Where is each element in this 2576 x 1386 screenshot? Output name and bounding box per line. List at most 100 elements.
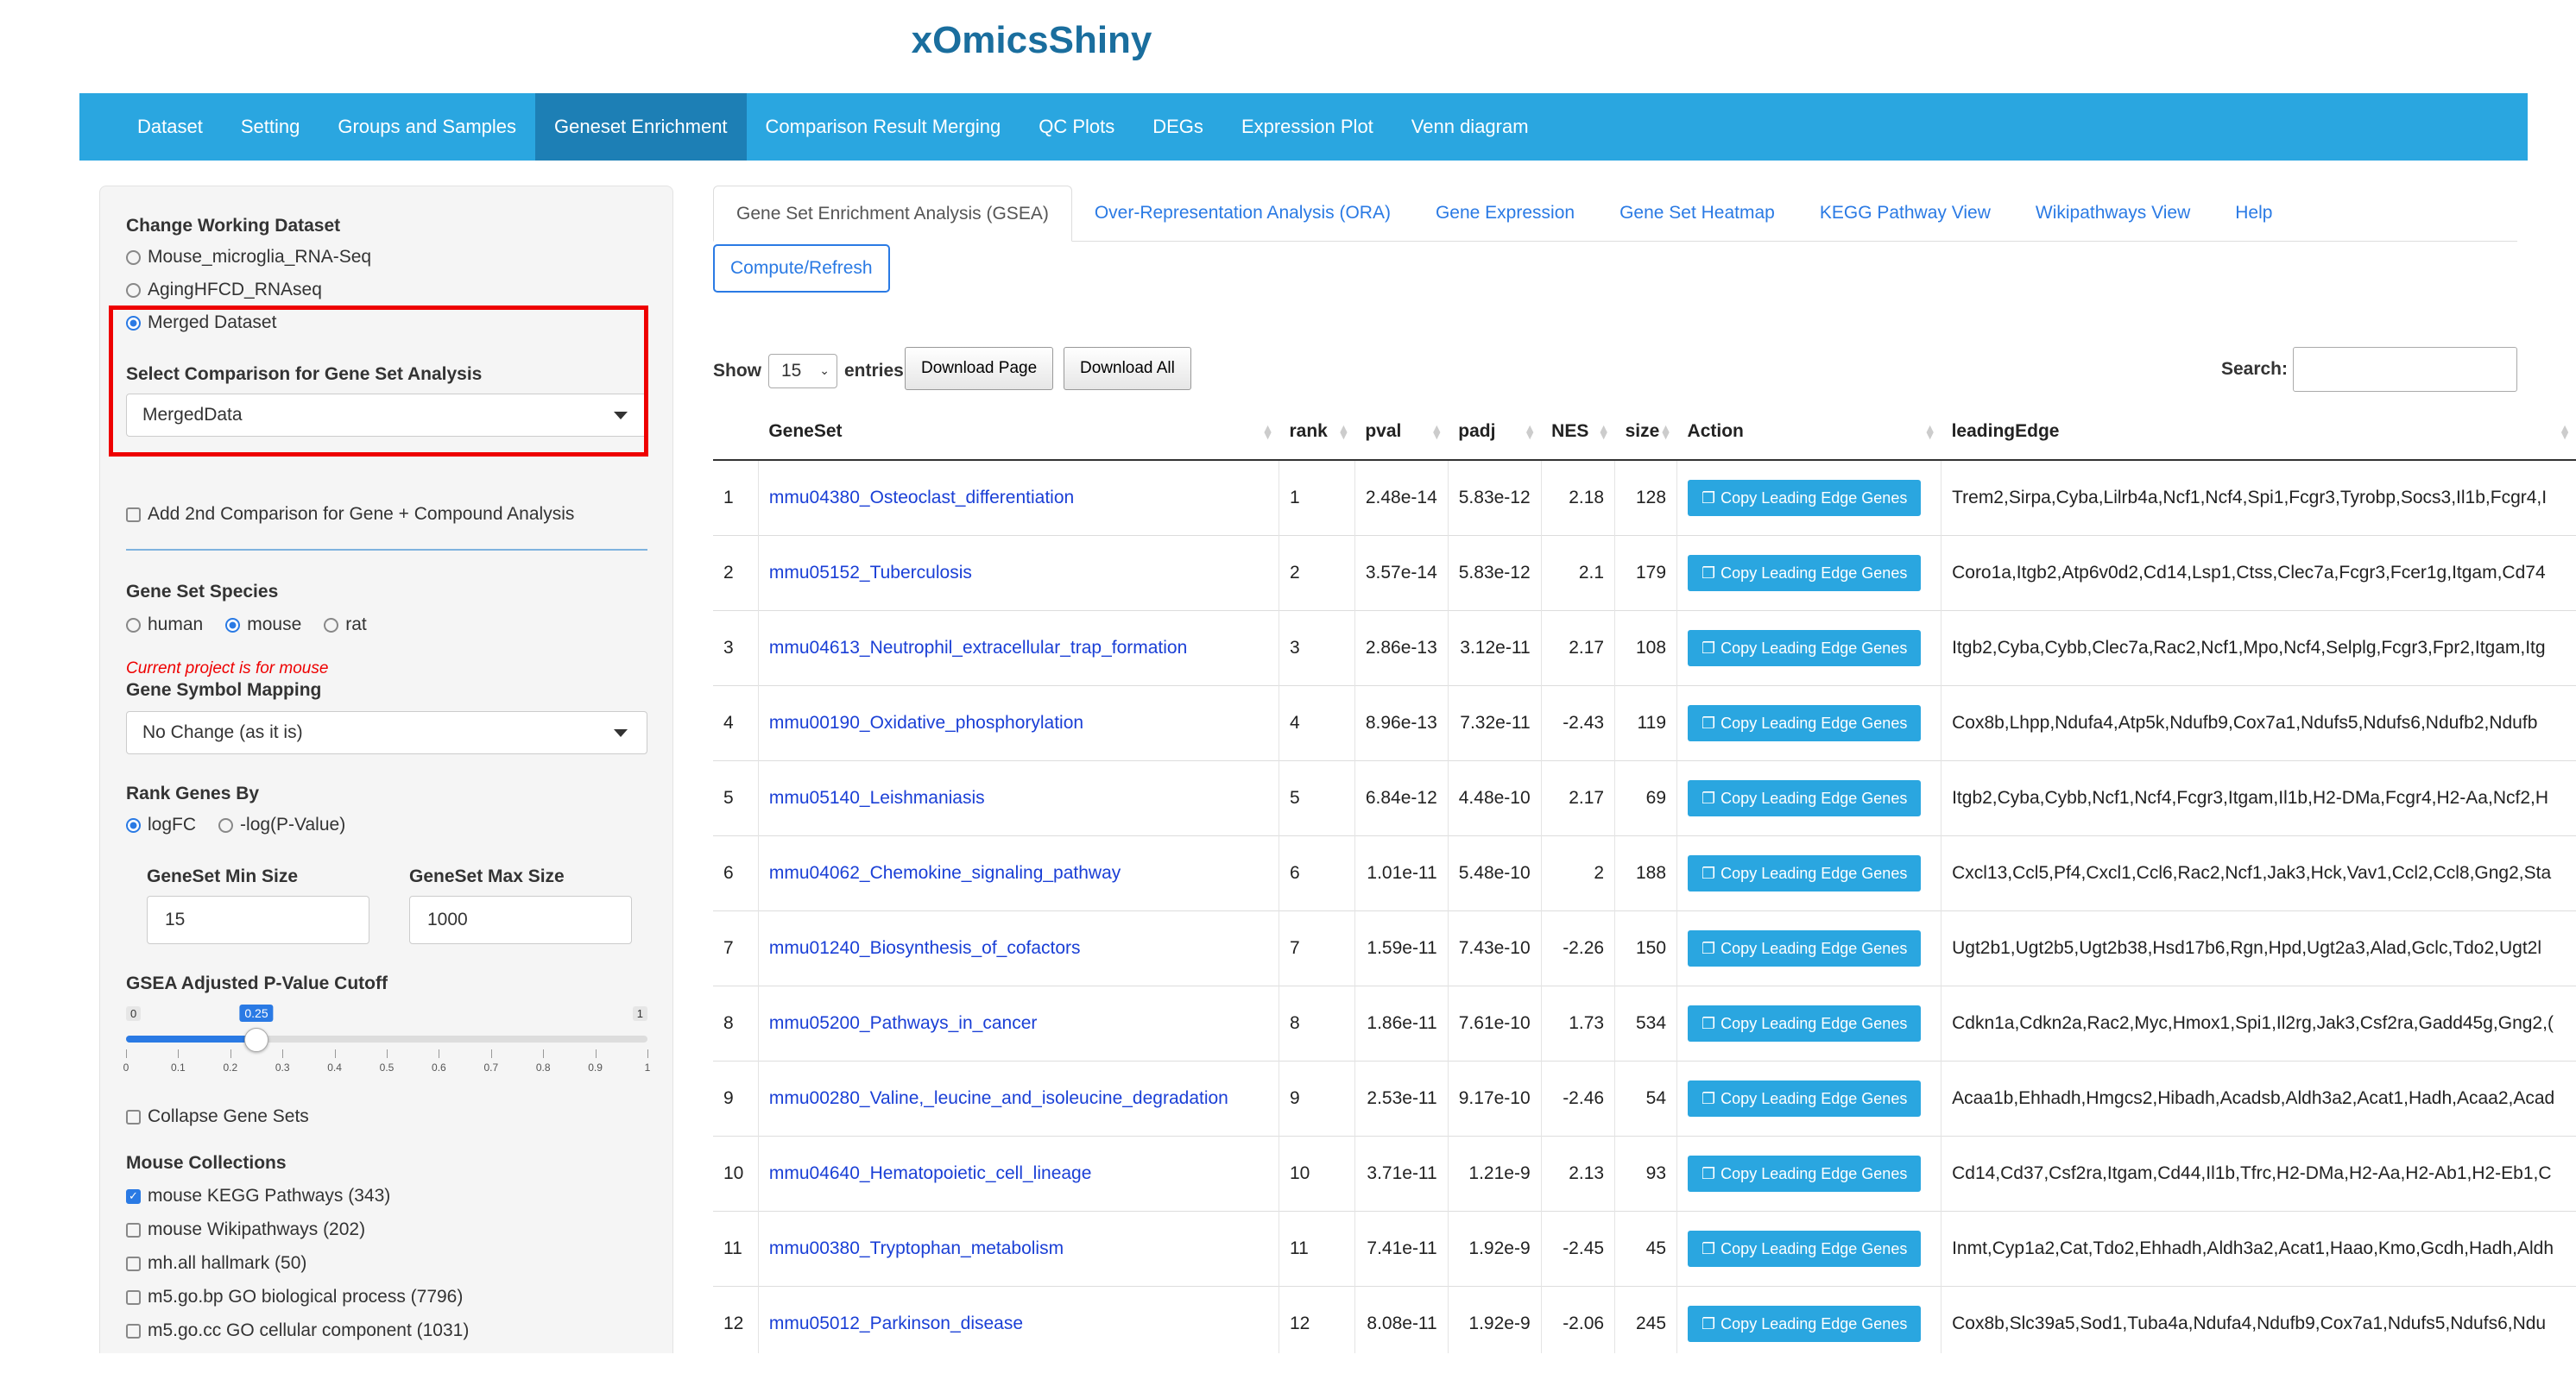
column-header[interactable]: NES ▲ ▼ — [1541, 404, 1615, 461]
symbol-mapping-select[interactable]: No Change (as it is) — [126, 711, 647, 754]
rank-logpvalue[interactable]: -log(P-Value) — [240, 815, 345, 835]
geneset-link[interactable]: mmu04062_Chemokine_signaling_pathway — [769, 863, 1121, 883]
checkbox-icon[interactable] — [126, 1222, 141, 1238]
copy-leading-edge-button[interactable]: ❐ Copy Leading Edge Genes — [1688, 855, 1922, 891]
dataset-option-aginghfcd[interactable]: AgingHFCD_RNAseq — [126, 280, 322, 300]
nav-item-groups-and-samples[interactable]: Groups and Samples — [319, 93, 535, 161]
copy-leading-edge-button[interactable]: ❐ Copy Leading Edge Genes — [1688, 1306, 1922, 1342]
geneset-link[interactable]: mmu00380_Tryptophan_metabolism — [769, 1238, 1064, 1258]
collection-item[interactable]: m5.go.cc GO cellular component (1031) — [126, 1320, 469, 1341]
sort-icon[interactable]: ▲ ▼ — [1262, 422, 1274, 441]
collection-item[interactable]: m5.go.bp GO biological process (7796) — [126, 1287, 463, 1307]
tab-kegg-pathway-view[interactable]: KEGG Pathway View — [1797, 186, 2013, 241]
geneset-link[interactable]: mmu04640_Hematopoietic_cell_lineage — [769, 1163, 1092, 1183]
geneset-link[interactable]: mmu04380_Osteoclast_differentiation — [769, 488, 1074, 507]
species-human[interactable]: human — [148, 614, 203, 635]
sort-icon[interactable]: ▲ ▼ — [1598, 422, 1610, 441]
sort-icon[interactable]: ▲ ▼ — [1430, 422, 1443, 441]
geneset-link[interactable]: mmu05152_Tuberculosis — [769, 563, 972, 583]
radio-icon[interactable] — [126, 249, 141, 265]
copy-leading-edge-button[interactable]: ❐ Copy Leading Edge Genes — [1688, 480, 1922, 516]
copy-leading-edge-button[interactable]: ❐ Copy Leading Edge Genes — [1688, 930, 1922, 967]
tab-help[interactable]: Help — [2213, 186, 2295, 241]
nav-item-comparison-result-merging[interactable]: Comparison Result Merging — [747, 93, 1020, 161]
geneset-link[interactable]: mmu00190_Oxidative_phosphorylation — [769, 713, 1083, 733]
sort-icon[interactable]: ▲ ▼ — [1524, 422, 1536, 441]
species-rat[interactable]: rat — [345, 614, 367, 635]
max-size-input[interactable]: 1000 — [409, 896, 632, 944]
slider-handle[interactable] — [244, 1028, 268, 1052]
nav-item-expression-plot[interactable]: Expression Plot — [1222, 93, 1392, 161]
checkbox-checked-icon[interactable]: ✓ — [126, 1188, 141, 1204]
tab-gene-set-heatmap[interactable]: Gene Set Heatmap — [1597, 186, 1797, 241]
tab-gene-expression[interactable]: Gene Expression — [1413, 186, 1597, 241]
tab-wikipathways-view[interactable]: Wikipathways View — [2013, 186, 2213, 241]
collection-item[interactable]: mouse Wikipathways (202) — [126, 1219, 365, 1240]
copy-leading-edge-button[interactable]: ❐ Copy Leading Edge Genes — [1688, 1080, 1922, 1117]
checkbox-icon[interactable] — [126, 1109, 141, 1125]
column-header[interactable]: size ▲ ▼ — [1614, 404, 1677, 461]
collection-item[interactable]: ✓ mouse KEGG Pathways (343) — [126, 1186, 390, 1206]
tab-over-representation-analysis-ora[interactable]: Over-Representation Analysis (ORA) — [1072, 186, 1413, 241]
min-size-input[interactable]: 15 — [147, 896, 369, 944]
copy-leading-edge-button[interactable]: ❐ Copy Leading Edge Genes — [1688, 780, 1922, 816]
max-size-label: GeneSet Max Size — [409, 866, 565, 886]
radio-icon[interactable] — [218, 817, 234, 833]
rank-logfc[interactable]: logFC — [148, 815, 196, 835]
download-all-button[interactable]: Download All — [1064, 347, 1191, 390]
radio-selected-icon[interactable] — [225, 617, 241, 633]
nav-item-venn-diagram[interactable]: Venn diagram — [1392, 93, 1548, 161]
sort-icon[interactable]: ▲ ▼ — [1337, 422, 1349, 441]
radio-icon[interactable] — [126, 282, 141, 298]
geneset-link[interactable]: mmu05200_Pathways_in_cancer — [769, 1013, 1038, 1033]
tab-gene-set-enrichment-analysis-gsea[interactable]: Gene Set Enrichment Analysis (GSEA) — [713, 186, 1072, 242]
column-header[interactable]: GeneSet ▲ ▼ — [758, 404, 1279, 461]
size-cell: 150 — [1635, 938, 1667, 958]
nav-item-degs[interactable]: DEGs — [1133, 93, 1222, 161]
pval-cell: 3.57e-14 — [1365, 563, 1437, 583]
species-mouse[interactable]: mouse — [247, 614, 301, 635]
column-header[interactable]: Action ▲ ▼ — [1676, 404, 1941, 461]
pvalue-slider[interactable]: 0 1 0.25 0 0.1 0.2 0.3 0.4 0.5 0.6 0.7 0.8 0.9 1 — [123, 999, 650, 1086]
rank-cell: 7 — [1289, 938, 1300, 958]
entries-select[interactable]: 15 ⌄ — [768, 354, 837, 388]
copy-leading-edge-button[interactable]: ❐ Copy Leading Edge Genes — [1688, 630, 1922, 666]
copy-leading-edge-button[interactable]: ❐ Copy Leading Edge Genes — [1688, 555, 1922, 591]
nav-item-geneset-enrichment[interactable]: Geneset Enrichment — [535, 93, 747, 161]
radio-selected-icon[interactable] — [126, 817, 141, 833]
nav-item-dataset[interactable]: Dataset — [118, 93, 222, 161]
copy-leading-edge-button[interactable]: ❐ Copy Leading Edge Genes — [1688, 1231, 1922, 1267]
sort-icon[interactable]: ▲ ▼ — [1660, 422, 1672, 441]
geneset-link[interactable]: mmu05012_Parkinson_disease — [769, 1314, 1023, 1333]
compute-refresh-button[interactable]: Compute/Refresh — [713, 244, 890, 293]
search-input[interactable] — [2293, 347, 2517, 392]
radio-icon[interactable] — [324, 617, 339, 633]
nav-item-setting[interactable]: Setting — [222, 93, 319, 161]
geneset-link[interactable]: mmu00280_Valine,_leucine_and_isoleucine_… — [769, 1088, 1228, 1108]
copy-leading-edge-button[interactable]: ❐ Copy Leading Edge Genes — [1688, 705, 1922, 741]
checkbox-icon[interactable] — [126, 1289, 141, 1305]
dataset-option-mouse-microglia[interactable]: Mouse_microglia_RNA-Seq — [126, 247, 371, 268]
column-header[interactable]: rank ▲ ▼ — [1279, 404, 1355, 461]
checkbox-icon[interactable] — [126, 1256, 141, 1271]
checkbox-icon[interactable] — [126, 507, 141, 522]
sort-icon[interactable]: ▲ ▼ — [2559, 422, 2571, 441]
column-header[interactable]: leadingEdge ▲ ▼ — [1941, 404, 2576, 461]
sort-icon[interactable]: ▲ ▼ — [1924, 422, 1936, 441]
geneset-link[interactable]: mmu04613_Neutrophil_extracellular_trap_f… — [769, 638, 1187, 658]
checkbox-icon[interactable] — [126, 1323, 141, 1339]
column-header[interactable]: pval ▲ ▼ — [1354, 404, 1449, 461]
collection-item[interactable]: mh.all hallmark (50) — [126, 1253, 306, 1274]
table-row: 8 mmu05200_Pathways_in_cancer 8 1.86e-11 7.6… — [713, 986, 2576, 1062]
geneset-link[interactable]: mmu01240_Biosynthesis_of_cofactors — [769, 938, 1081, 958]
collapse-gene-sets-checkbox[interactable]: Collapse Gene Sets — [126, 1106, 309, 1127]
copy-leading-edge-button[interactable]: ❐ Copy Leading Edge Genes — [1688, 1156, 1922, 1192]
add-2nd-comparison-checkbox[interactable]: Add 2nd Comparison for Gene + Compound A… — [126, 504, 574, 525]
radio-icon[interactable] — [126, 617, 141, 633]
column-header[interactable] — [713, 404, 759, 461]
geneset-link[interactable]: mmu05140_Leishmaniasis — [769, 788, 985, 808]
column-header[interactable]: padj ▲ ▼ — [1448, 404, 1542, 461]
nav-item-qc-plots[interactable]: QC Plots — [1020, 93, 1133, 161]
download-page-button[interactable]: Download Page — [905, 347, 1054, 390]
copy-leading-edge-button[interactable]: ❐ Copy Leading Edge Genes — [1688, 1005, 1922, 1042]
